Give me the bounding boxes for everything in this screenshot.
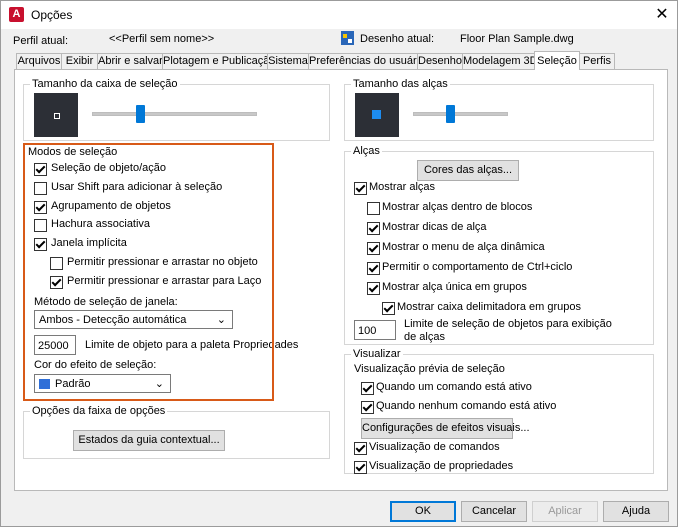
tab-perfis[interactable]: Perfis [579, 53, 615, 69]
ribbon-options-group: Opções da faixa de opções Estados da gui… [23, 405, 330, 459]
selection-modes-highlight [23, 143, 274, 401]
tab-arquivos[interactable]: Arquivos [16, 53, 62, 69]
checkbox-ctrl-cycle[interactable] [367, 262, 380, 275]
drawing-value: Floor Plan Sample.dwg [460, 33, 574, 45]
checkbox-single-grip-groups[interactable] [367, 282, 380, 295]
apply-button[interactable]: Aplicar [532, 501, 598, 522]
checkbox-command-active-label: Quando um comando está ativo [376, 381, 532, 393]
pickbox-slider[interactable] [92, 103, 257, 125]
checkbox-no-command-active[interactable] [361, 401, 374, 414]
grip-square-icon [372, 110, 381, 119]
tab-preferencias[interactable]: Preferências do usuário [308, 53, 425, 69]
checkbox-ctrl-cycle-label: Permitir o comportamento de Ctrl+ciclo [382, 261, 573, 273]
profile-value: <<Perfil sem nome>> [109, 33, 215, 45]
grip-size-preview [355, 93, 399, 137]
checkbox-grip-tips-label: Mostrar dicas de alça [382, 221, 487, 233]
checkbox-show-grips-label: Mostrar alças [369, 181, 436, 193]
checkbox-command-preview-label: Visualização de comandos [369, 441, 500, 453]
grips-group: Alças Cores das alças... Mostrar alças M… [344, 145, 654, 345]
close-icon[interactable]: ✕ [647, 1, 677, 29]
pickbox-preview [34, 93, 78, 137]
title-bar: A Opções ✕ [1, 1, 677, 29]
grip-slider-track[interactable] [413, 112, 508, 116]
grip-limit-input[interactable]: 100 [354, 320, 396, 340]
drawing-label: Desenho atual: [360, 33, 434, 45]
tab-exibir[interactable]: Exibir [61, 53, 98, 69]
pickbox-slider-thumb[interactable] [136, 105, 145, 123]
profile-label: Perfil atual: [13, 35, 69, 47]
grips-title: Alças [351, 145, 382, 157]
checkbox-bounding-box-groups-label: Mostrar caixa delimitadora em grupos [397, 301, 582, 313]
window-title: Opções [31, 8, 73, 22]
grip-size-group: Tamanho das alças [344, 78, 654, 141]
ribbon-options-title: Opções da faixa de opções [30, 405, 168, 417]
autocad-app-icon: A [9, 7, 24, 22]
checkbox-property-preview[interactable] [354, 461, 367, 474]
checkbox-command-preview[interactable] [354, 442, 367, 455]
grip-limit-label-2: de alças [404, 331, 445, 343]
checkbox-property-preview-label: Visualização de propriedades [369, 460, 514, 472]
tab-sistema[interactable]: Sistema [267, 53, 309, 69]
drawing-file-icon [341, 31, 354, 45]
help-button[interactable]: Ajuda [603, 501, 669, 522]
pickbox-slider-track[interactable] [92, 112, 257, 116]
checkbox-grips-in-blocks[interactable] [367, 202, 380, 215]
pickbox-group: Tamanho da caixa de seleção [23, 78, 330, 141]
grip-colors-button[interactable]: Cores das alças... [417, 160, 519, 181]
checkbox-command-active[interactable] [361, 382, 374, 395]
options-dialog: A Opções ✕ Perfil atual: <<Perfil sem no… [0, 0, 678, 527]
ok-button[interactable]: OK [390, 501, 456, 522]
grip-limit-label-1: Limite de seleção de objetos para exibiç… [404, 318, 612, 330]
pickbox-square-icon [54, 113, 60, 119]
checkbox-dynamic-grip-menu[interactable] [367, 242, 380, 255]
grip-size-slider[interactable] [413, 103, 508, 125]
grip-size-title: Tamanho das alças [351, 78, 450, 90]
checkbox-show-grips[interactable] [354, 182, 367, 195]
selection-preview-label: Visualização prévia de seleção [354, 363, 505, 375]
tab-modelagem-3d[interactable]: Modelagem 3D [462, 53, 538, 69]
tab-plotagem[interactable]: Plotagem e Publicação [162, 53, 276, 69]
checkbox-dynamic-grip-menu-label: Mostrar o menu de alça dinâmica [382, 241, 545, 253]
cancel-button[interactable]: Cancelar [461, 501, 527, 522]
tab-desenho[interactable]: Desenho [417, 53, 463, 69]
pickbox-title: Tamanho da caixa de seleção [30, 78, 180, 90]
tab-selecao[interactable]: Seleção [534, 51, 580, 70]
tab-abrir-salvar[interactable]: Abrir e salvar [97, 53, 163, 69]
checkbox-single-grip-groups-label: Mostrar alça única em grupos [382, 281, 527, 293]
checkbox-grips-in-blocks-label: Mostrar alças dentro de blocos [382, 201, 533, 213]
grip-slider-thumb[interactable] [446, 105, 455, 123]
contextual-tab-states-button[interactable]: Estados da guia contextual... [73, 430, 225, 451]
checkbox-grip-tips[interactable] [367, 222, 380, 235]
checkbox-bounding-box-groups[interactable] [382, 302, 395, 315]
checkbox-no-command-active-label: Quando nenhum comando está ativo [376, 400, 557, 412]
visual-effects-settings-button[interactable]: Configurações de efeitos visuais... [361, 418, 530, 439]
preview-group: Visualizar Visualização prévia de seleçã… [344, 348, 654, 474]
preview-title: Visualizar [351, 348, 403, 360]
